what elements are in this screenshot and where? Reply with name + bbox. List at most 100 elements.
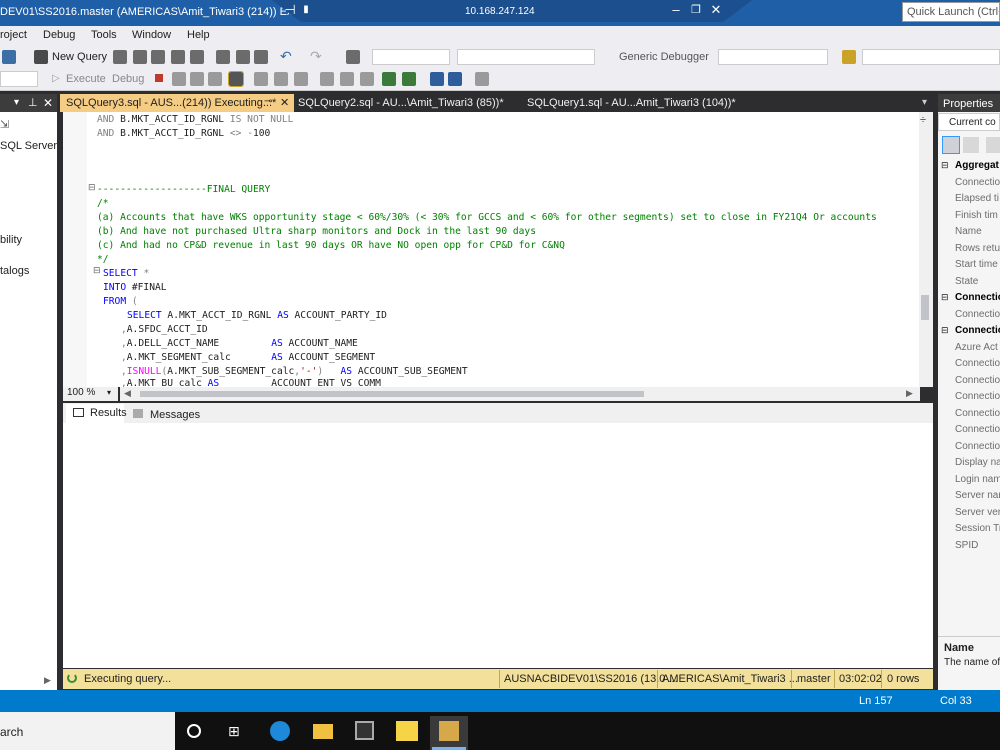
results-text-icon[interactable]: [320, 72, 334, 86]
open-icon[interactable]: [2, 50, 16, 64]
tree-item-server[interactable]: SQL Server 1: [0, 140, 66, 152]
target-combo[interactable]: [718, 49, 828, 65]
xmla-query-icon[interactable]: [171, 50, 185, 64]
tab-sqlquery2[interactable]: SQLQuery2.sql - AU...\Amit_Tiwari3 (85))…: [298, 97, 504, 109]
sql-profiler-icon[interactable]: [439, 721, 459, 741]
execute-button[interactable]: Execute: [66, 73, 106, 85]
cancel-query-icon[interactable]: [155, 74, 163, 82]
restore-icon[interactable]: ❐: [688, 3, 704, 16]
debugger-combo[interactable]: Generic Debugger: [619, 51, 709, 63]
property-row[interactable]: Start time: [955, 259, 998, 270]
property-row[interactable]: Session Tr: [955, 523, 1000, 534]
alphabetical-icon[interactable]: [963, 137, 979, 153]
property-row[interactable]: Server nar: [955, 490, 1000, 501]
minimize-icon[interactable]: –: [668, 2, 684, 17]
scroll-left-icon[interactable]: ◀: [124, 388, 131, 399]
execute-icon[interactable]: ▷: [52, 73, 60, 84]
property-category[interactable]: Aggregat: [955, 160, 999, 171]
results-grid-icon[interactable]: [340, 72, 354, 86]
property-row[interactable]: SPID: [955, 540, 978, 551]
solution-config-combo[interactable]: [372, 49, 450, 65]
new-query-icon[interactable]: [34, 50, 48, 64]
indent-icon[interactable]: [448, 72, 462, 86]
redo-icon[interactable]: ↷: [310, 48, 322, 65]
close-panel-icon[interactable]: ✕: [43, 96, 53, 110]
mdx-query-icon[interactable]: [133, 50, 147, 64]
tab-messages[interactable]: Messages: [150, 409, 200, 421]
taskbar-search[interactable]: [0, 712, 175, 750]
property-row[interactable]: Rows retu: [955, 243, 1000, 254]
property-row[interactable]: Server ver: [955, 507, 1000, 518]
pin-panel-icon[interactable]: ⊥: [28, 96, 38, 109]
property-row[interactable]: Connectio: [955, 408, 1000, 419]
undo-icon[interactable]: ↶: [280, 48, 292, 65]
collapse-icon[interactable]: ⊟: [88, 182, 96, 193]
property-row[interactable]: State: [955, 276, 978, 287]
properties-icon[interactable]: [346, 50, 360, 64]
platform-combo[interactable]: [457, 49, 595, 65]
find-input[interactable]: [862, 49, 1000, 65]
client-stats-icon[interactable]: [294, 72, 308, 86]
db-query-icon[interactable]: [113, 50, 127, 64]
edge-icon[interactable]: [270, 721, 290, 741]
connect-icon[interactable]: ⇲: [0, 118, 9, 131]
menu-window[interactable]: Window: [132, 29, 171, 41]
cut-icon[interactable]: [216, 50, 230, 64]
new-query-button[interactable]: New Query: [52, 51, 107, 63]
comment-icon[interactable]: [382, 72, 396, 86]
specify-values-icon[interactable]: [475, 72, 489, 86]
collapse-icon[interactable]: ⊟: [941, 292, 949, 303]
query-designer-icon[interactable]: [208, 72, 222, 86]
collapse-icon[interactable]: ⊟: [941, 160, 949, 171]
quick-launch-input[interactable]: Quick Launch (Ctrl+: [902, 2, 1000, 22]
live-stats-icon[interactable]: [274, 72, 288, 86]
property-category[interactable]: Connectio: [955, 292, 1000, 303]
paste-icon[interactable]: [254, 50, 268, 64]
results-to-icon[interactable]: [228, 71, 244, 87]
property-pages-icon[interactable]: [986, 137, 1000, 153]
editor-vertical-scrollbar[interactable]: [919, 112, 933, 387]
tab-overflow-icon[interactable]: ▾: [922, 97, 927, 108]
zoom-combo[interactable]: 100 % ▾: [63, 387, 118, 401]
tab-pin-icon[interactable]: ⊸: [264, 96, 272, 107]
results-file-icon[interactable]: [360, 72, 374, 86]
property-row[interactable]: Login nam: [955, 474, 1000, 485]
menu-help[interactable]: Help: [187, 29, 210, 41]
property-row[interactable]: Connectio: [955, 391, 1000, 402]
scroll-thumb[interactable]: [921, 295, 929, 320]
menu-project[interactable]: roject: [0, 29, 27, 41]
property-row[interactable]: Elapsed ti: [955, 193, 999, 204]
debug-button[interactable]: Debug: [112, 73, 144, 85]
find-icon[interactable]: [842, 50, 856, 64]
outdent-icon[interactable]: [430, 72, 444, 86]
tab-sqlquery1[interactable]: SQLQuery1.sql - AU...Amit_Tiwari3 (104))…: [527, 97, 736, 109]
display-plan-icon[interactable]: [190, 72, 204, 86]
menu-debug[interactable]: Debug: [43, 29, 75, 41]
horizontal-scroll-thumb[interactable]: [140, 391, 644, 397]
close-icon[interactable]: ✕: [708, 2, 724, 18]
property-row[interactable]: Connectio: [955, 441, 1000, 452]
property-row[interactable]: Connectio: [955, 309, 1000, 320]
property-row[interactable]: Connection: [955, 177, 1000, 188]
menu-tools[interactable]: Tools: [91, 29, 117, 41]
property-row[interactable]: Azure Act: [955, 342, 998, 353]
copy-icon[interactable]: [236, 50, 250, 64]
database-combo[interactable]: [0, 71, 38, 87]
property-category[interactable]: Connectio: [955, 325, 1000, 336]
task-view-icon[interactable]: ⊞: [228, 723, 240, 740]
das-query-icon[interactable]: [190, 50, 204, 64]
tab-close-icon[interactable]: ✕: [280, 96, 289, 109]
tree-item-catalogs[interactable]: talogs: [0, 265, 29, 277]
split-icon[interactable]: ÷: [920, 114, 926, 126]
dropdown-icon[interactable]: ▾: [14, 97, 19, 108]
scroll-right-icon[interactable]: ▶: [906, 388, 913, 399]
property-row[interactable]: Connectio: [955, 375, 1000, 386]
property-row[interactable]: Finish tim: [955, 210, 998, 221]
ssms-icon[interactable]: [396, 721, 418, 741]
categorized-icon[interactable]: [942, 136, 960, 154]
property-row[interactable]: Display na: [955, 457, 1000, 468]
file-explorer-icon[interactable]: [313, 724, 333, 739]
include-plan-icon[interactable]: [254, 72, 268, 86]
property-row[interactable]: Connectio: [955, 358, 1000, 369]
collapse-icon[interactable]: ⊟: [941, 325, 949, 336]
